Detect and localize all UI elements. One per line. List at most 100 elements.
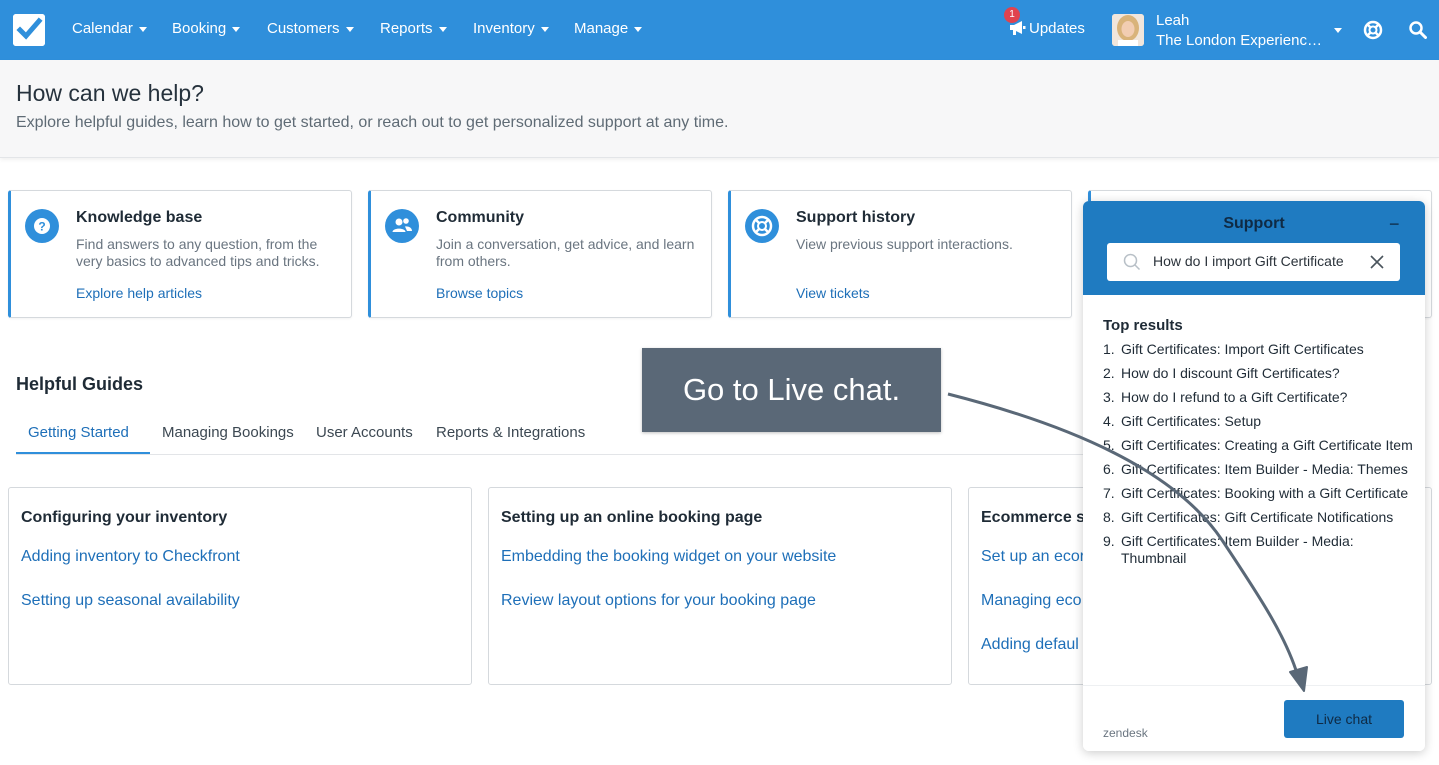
result-item[interactable]: 1. Gift Certificates: Import Gift Certifi…: [1103, 341, 1413, 358]
card-description: View previous support interactions.: [796, 236, 1013, 252]
guide-section-title: Ecommerce s: [981, 509, 1086, 526]
nav-inventory-label: Inventory: [473, 20, 535, 37]
support-history-card: Support history View previous support in…: [728, 190, 1072, 318]
result-number: 8.: [1103, 509, 1115, 525]
nav-calendar-label: Calendar: [72, 20, 133, 37]
user-name[interactable]: Leah: [1156, 12, 1189, 29]
caret-down-icon: [634, 26, 643, 32]
nav-customers[interactable]: Customers: [267, 20, 354, 37]
support-widget-footer: zendesk Live chat: [1083, 685, 1425, 751]
guide-link[interactable]: Adding defaul: [981, 636, 1079, 654]
guide-section-title: Configuring your inventory: [21, 509, 228, 526]
card-title: Support history: [796, 209, 916, 226]
result-text: How do I discount Gift Certificates?: [1121, 365, 1340, 381]
updates-button[interactable]: 1 Updates: [1004, 7, 1085, 37]
card-description: Find answers to any question, from the v…: [76, 236, 320, 269]
caret-down-icon: [232, 26, 241, 32]
result-item[interactable]: 5. Gift Certificates: Creating a Gift Cer…: [1103, 437, 1413, 454]
card-title: Knowledge base: [76, 209, 203, 226]
view-tickets-link[interactable]: View tickets: [796, 285, 870, 301]
card-title: Community: [436, 209, 524, 226]
nav-manage-label: Manage: [574, 20, 629, 37]
result-item[interactable]: 9. Gift Certificates: Item Builder - Medi…: [1103, 533, 1413, 567]
nav-booking-label: Booking: [172, 20, 227, 37]
tab-reports-integrations[interactable]: Reports & Integrations: [436, 424, 585, 441]
active-tab-indicator: [16, 452, 150, 454]
caret-down-icon: [138, 26, 147, 32]
nav-customers-label: Customers: [267, 20, 340, 37]
guide-link[interactable]: Adding inventory to Checkfront: [21, 548, 240, 566]
checkbox-logo-icon[interactable]: [13, 14, 45, 46]
close-icon[interactable]: [1369, 254, 1385, 270]
result-text: How do I refund to a Gift Certificate?: [1121, 389, 1348, 405]
search-icon[interactable]: [1409, 21, 1427, 39]
result-text: Gift Certificates: Item Builder - Media:…: [1121, 533, 1354, 566]
knowledge-base-card: ? Knowledge base Find answers to any que…: [8, 190, 352, 318]
card-description: Join a conversation, get advice, and lea…: [436, 236, 695, 269]
result-text: Gift Certificates: Gift Certificate Noti…: [1121, 509, 1394, 525]
result-number: 9.: [1103, 533, 1115, 549]
caret-down-icon: [438, 26, 447, 32]
result-item[interactable]: 8. Gift Certificates: Gift Certificate No…: [1103, 509, 1413, 526]
result-text: Gift Certificates: Import Gift Certifica…: [1121, 341, 1364, 357]
guide-link[interactable]: Set up an ecor: [981, 548, 1085, 566]
users-icon: [385, 209, 419, 243]
guide-section-title: Setting up an online booking page: [501, 509, 763, 526]
nav-reports-label: Reports: [380, 20, 433, 37]
browse-topics-link[interactable]: Browse topics: [436, 285, 523, 301]
nav-reports[interactable]: Reports: [380, 20, 447, 37]
guide-link[interactable]: Managing eco: [981, 592, 1082, 610]
support-title: Support: [1223, 215, 1285, 232]
guide-link[interactable]: Setting up seasonal availability: [21, 592, 240, 610]
tab-user-accounts[interactable]: User Accounts: [316, 424, 413, 441]
support-widget: Support − How do I import Gift Certifica…: [1083, 201, 1425, 751]
result-item[interactable]: 6. Gift Certificates: Item Builder - Medi…: [1103, 461, 1413, 478]
top-navbar: Calendar Booking Customers Reports Inven…: [0, 0, 1439, 60]
result-number: 3.: [1103, 389, 1115, 405]
caret-down-icon: [345, 26, 354, 32]
avatar[interactable]: [1112, 14, 1144, 46]
result-number: 7.: [1103, 485, 1115, 501]
page-title: How can we help?: [16, 80, 204, 106]
updates-label: Updates: [1029, 20, 1085, 37]
result-text: Gift Certificates: Creating a Gift Certi…: [1121, 437, 1413, 453]
user-organization[interactable]: The London Experienc…: [1156, 32, 1322, 49]
user-menu-caret-icon[interactable]: [1334, 28, 1342, 33]
tab-managing-bookings[interactable]: Managing Bookings: [162, 424, 294, 441]
nav-inventory[interactable]: Inventory: [473, 20, 549, 37]
guide-link[interactable]: Review layout options for your booking p…: [501, 592, 816, 610]
help-header: How can we help? Explore helpful guides,…: [0, 60, 1439, 158]
result-item[interactable]: 7. Gift Certificates: Booking with a Gift…: [1103, 485, 1413, 502]
support-widget-header: Support − How do I import Gift Certifica…: [1083, 201, 1425, 295]
result-number: 6.: [1103, 461, 1115, 477]
page-subtitle: Explore helpful guides, learn how to get…: [16, 114, 729, 131]
guide-link[interactable]: Embedding the booking widget on your web…: [501, 548, 836, 566]
results-list: 1. Gift Certificates: Import Gift Certifi…: [1103, 341, 1413, 567]
guide-section-card: Configuring your inventory Adding invent…: [8, 487, 472, 685]
nav-calendar[interactable]: Calendar: [72, 20, 147, 37]
tab-getting-started[interactable]: Getting Started: [28, 424, 129, 441]
community-card: Community Join a conversation, get advic…: [368, 190, 712, 318]
live-chat-button[interactable]: Live chat: [1284, 700, 1404, 738]
minimize-button[interactable]: −: [1389, 214, 1400, 235]
result-number: 2.: [1103, 365, 1115, 381]
guide-section-card: Setting up an online booking page Embedd…: [488, 487, 952, 685]
caret-down-icon: [540, 26, 549, 32]
result-item[interactable]: 2. How do I discount Gift Certificates?: [1103, 365, 1413, 382]
guides-title: Helpful Guides: [16, 374, 144, 394]
result-item[interactable]: 4. Gift Certificates: Setup: [1103, 413, 1413, 430]
instruction-callout: Go to Live chat.: [642, 348, 941, 432]
result-item[interactable]: 3. How do I refund to a Gift Certificate?: [1103, 389, 1413, 406]
nav-booking[interactable]: Booking: [172, 20, 241, 37]
result-text: Gift Certificates: Setup: [1121, 413, 1262, 429]
support-search-field[interactable]: How do I import Gift Certificate: [1107, 243, 1400, 281]
results-title: Top results: [1103, 317, 1183, 334]
explore-help-articles-link[interactable]: Explore help articles: [76, 285, 202, 301]
support-search-input[interactable]: How do I import Gift Certificate: [1153, 253, 1363, 269]
result-text: Gift Certificates: Booking with a Gift C…: [1121, 485, 1409, 501]
result-text: Gift Certificates: Item Builder - Media:…: [1121, 461, 1408, 477]
lifebuoy-icon[interactable]: [1363, 20, 1383, 40]
nav-manage[interactable]: Manage: [574, 20, 643, 37]
zendesk-brand: zendesk: [1103, 726, 1148, 740]
result-number: 4.: [1103, 413, 1115, 429]
